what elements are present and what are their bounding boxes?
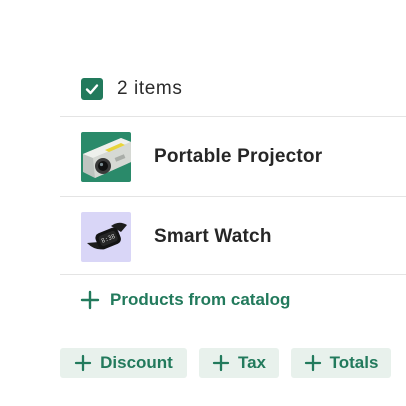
add-products-from-catalog-button[interactable]: Products from catalog xyxy=(80,290,290,310)
catalog-button-label: Products from catalog xyxy=(110,290,291,309)
item-name: Smart Watch xyxy=(154,226,272,247)
add-tax-button[interactable]: Tax xyxy=(199,348,279,378)
line-item-smart-watch[interactable]: 8:38 Smart Watch xyxy=(81,212,272,262)
plus-icon xyxy=(74,354,92,372)
plus-icon xyxy=(212,354,230,372)
divider xyxy=(60,116,406,117)
line-item-portable-projector[interactable]: Portable Projector xyxy=(81,132,322,182)
add-totals-button[interactable]: Totals xyxy=(291,348,391,378)
item-name: Portable Projector xyxy=(154,146,323,167)
plus-icon xyxy=(80,290,100,310)
select-all-row[interactable]: 2 items xyxy=(81,78,182,100)
plus-icon xyxy=(304,354,322,372)
divider xyxy=(60,196,406,197)
smartwatch-thumbnail: 8:38 xyxy=(81,212,131,262)
adjustments-bar: Discount Tax Totals xyxy=(60,348,406,378)
checkmark-icon xyxy=(85,84,99,95)
add-discount-button[interactable]: Discount xyxy=(60,348,187,378)
divider xyxy=(60,274,406,275)
tax-button-label: Tax xyxy=(237,353,267,372)
discount-button-label: Discount xyxy=(100,353,173,372)
selected-count-label: 2 items xyxy=(117,78,183,99)
select-all-checkbox[interactable] xyxy=(81,78,103,100)
projector-thumbnail xyxy=(81,132,131,182)
totals-button-label: Totals xyxy=(329,353,379,372)
